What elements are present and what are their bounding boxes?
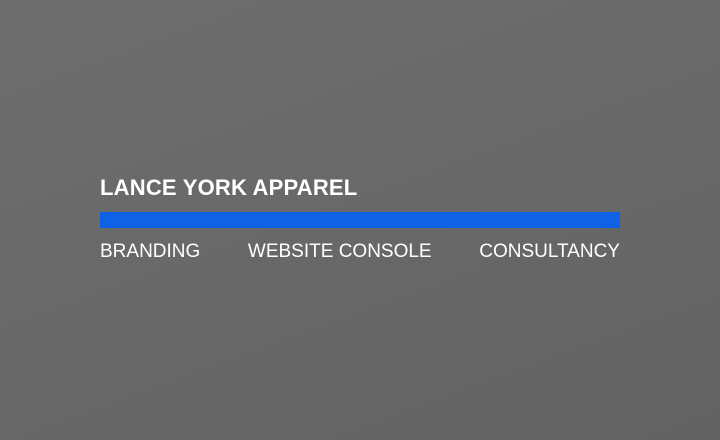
brand-block: LANCE YORK APPAREL BRANDING WEBSITE CONS… — [100, 174, 620, 264]
service-consultancy: CONSULTANCY — [479, 241, 620, 262]
service-branding: BRANDING — [100, 241, 201, 262]
services-list: BRANDING WEBSITE CONSOLE CONSULTANCY — [100, 240, 620, 264]
accent-bar — [100, 212, 620, 228]
brand-title: LANCE YORK APPAREL — [100, 175, 358, 200]
service-website-console: WEBSITE CONSOLE — [247, 241, 432, 262]
